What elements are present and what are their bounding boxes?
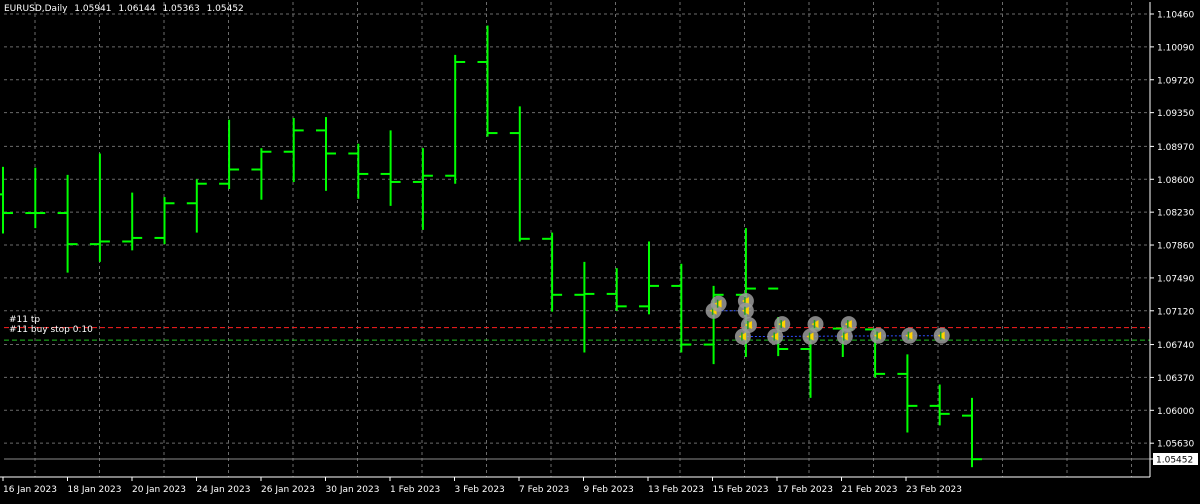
- trade-marker: [870, 327, 887, 344]
- time-tick-label: 7 Feb 2023: [519, 485, 569, 495]
- price-chart[interactable]: 1.10460 1.10090 1.09720 1.09350 1.08970 1.086…: [0, 0, 1200, 500]
- time-tick-label: 9 Feb 2023: [584, 485, 634, 495]
- price-tick-label: 1.09350: [1157, 109, 1194, 119]
- ohlc-bar: [412, 148, 433, 230]
- buy-stop-level-label: #11 buy stop 0.10: [9, 325, 93, 335]
- trade-markers: [705, 293, 950, 345]
- ohlc-bar: [283, 117, 304, 182]
- ohlc-bar: [251, 148, 272, 200]
- ohlc-bar: [897, 354, 918, 433]
- price-tick-label: 1.06000: [1157, 407, 1194, 417]
- ohlc-bar: [57, 174, 78, 273]
- time-tick-label: 17 Feb 2023: [777, 485, 833, 495]
- ohlc-bar: [219, 119, 240, 190]
- time-tick-label: 30 Jan 2023: [326, 485, 380, 495]
- ohlc-bar: [25, 167, 46, 229]
- ohlc-bar: [186, 179, 207, 233]
- price-tick-label: 1.07860: [1157, 242, 1194, 252]
- price-tick-label: 1.10460: [1157, 11, 1194, 21]
- price-tick-label: 1.06370: [1157, 374, 1194, 384]
- time-tick-label: 20 Jan 2023: [132, 485, 186, 495]
- price-tick-label: 1.07490: [1157, 274, 1194, 284]
- time-tick-label: 24 Jan 2023: [197, 485, 251, 495]
- trade-marker: [737, 302, 754, 319]
- header-low: 1.05363: [162, 4, 200, 14]
- trade-marker: [836, 328, 853, 345]
- ohlc-bar: [477, 25, 498, 137]
- price-tick-label: 1.05630: [1157, 440, 1194, 450]
- time-tick-label: 26 Jan 2023: [261, 485, 315, 495]
- trade-marker: [710, 295, 727, 312]
- ohlc-bar: [445, 54, 466, 184]
- time-tick-label: 13 Feb 2023: [648, 485, 704, 495]
- ohlc-bar: [509, 106, 530, 242]
- symbol-name: EURUSD,Daily: [4, 4, 68, 14]
- header-high: 1.06144: [118, 4, 156, 14]
- ohlc-bar: [671, 263, 692, 353]
- trade-marker: [933, 327, 950, 344]
- trade-marker: [767, 328, 784, 345]
- grid: [4, 2, 1150, 477]
- trade-marker: [901, 327, 918, 344]
- trade-marker: [734, 328, 751, 345]
- ohlc-bar: [380, 130, 401, 206]
- time-tick-label: 16 Jan 2023: [3, 485, 57, 495]
- time-tick-label: 21 Feb 2023: [842, 485, 898, 495]
- header-close: 1.05452: [206, 4, 244, 14]
- price-tick-label: 1.08600: [1157, 176, 1194, 186]
- axes: 1.10460 1.10090 1.09720 1.09350 1.08970 1.086…: [0, 2, 1198, 495]
- symbol-header: EURUSD,Daily 1.05941 1.06144 1.05363 1.0…: [4, 4, 248, 14]
- current-price-label: 1.05452: [1156, 456, 1193, 466]
- trade-marker: [802, 328, 819, 345]
- time-tick-label: 18 Jan 2023: [68, 485, 122, 495]
- ohlc-bar: [962, 397, 982, 468]
- ohlc-bar: [89, 153, 110, 262]
- ohlc-bar: [348, 143, 369, 199]
- ohlc-bar: [929, 384, 950, 426]
- order-levels: [4, 327, 1150, 460]
- chart-window[interactable]: 1.10460 1.10090 1.09720 1.09350 1.08970 1.086…: [0, 0, 1200, 500]
- time-tick-label: 1 Feb 2023: [390, 485, 440, 495]
- tp-level-label: #11 tp: [9, 315, 41, 325]
- price-tick-label: 1.10090: [1157, 43, 1194, 53]
- price-tick-label: 1.09720: [1157, 76, 1194, 86]
- time-tick-label: 3 Feb 2023: [455, 485, 505, 495]
- ohlc-bars: [0, 25, 982, 468]
- price-tick-label: 1.08230: [1157, 209, 1194, 219]
- ohlc-bar: [574, 261, 595, 353]
- ohlc-bar: [0, 166, 13, 234]
- ohlc-bar: [606, 268, 627, 311]
- ohlc-bar: [154, 197, 175, 245]
- ohlc-bar: [122, 192, 143, 251]
- price-tick-label: 1.07120: [1157, 307, 1194, 317]
- time-tick-label: 15 Feb 2023: [713, 485, 769, 495]
- ohlc-bar: [542, 232, 563, 312]
- price-tick-label: 1.06740: [1157, 341, 1194, 351]
- header-open: 1.05941: [74, 4, 112, 14]
- price-tick-label: 1.08970: [1157, 143, 1194, 153]
- time-tick-label: 23 Feb 2023: [906, 485, 962, 495]
